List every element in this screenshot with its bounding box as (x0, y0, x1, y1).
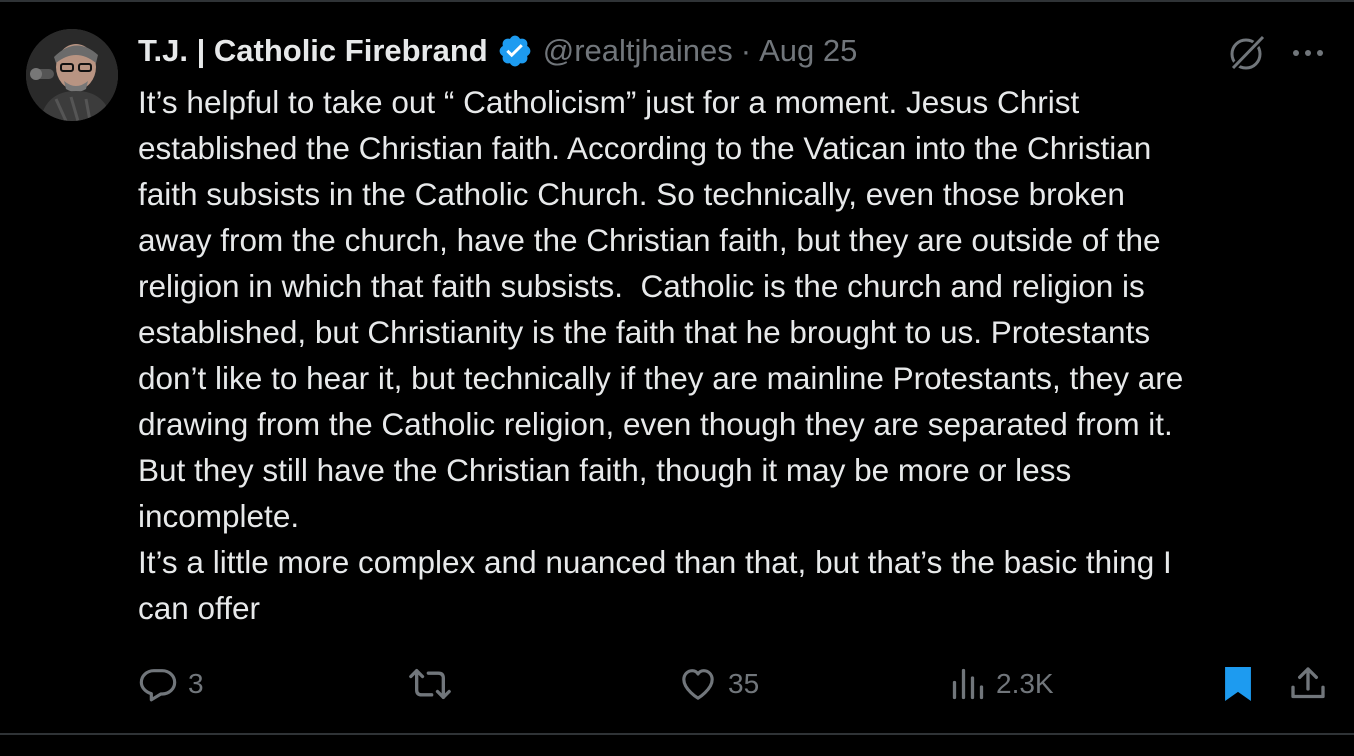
tweet-text-line: can offer (138, 590, 261, 626)
grok-icon[interactable] (1225, 32, 1267, 74)
views-icon (950, 664, 986, 704)
tweet-date[interactable]: Aug 25 (759, 33, 857, 69)
views-count: 2.3K (996, 668, 1054, 699)
heart-icon (678, 664, 718, 704)
bookmark-icon (1218, 663, 1258, 705)
tweet-text-line: drawing from the Catholic religion, even… (138, 406, 1173, 442)
tweet-text: It’s helpful to take out “ Catholicism” … (138, 79, 1338, 631)
reply-button[interactable]: 3 (138, 660, 204, 708)
action-bar: 3 35 2.3K (0, 660, 1354, 708)
views-button[interactable]: 2.3K (950, 660, 1054, 708)
tweet-text-line: established, but Christianity is the fai… (138, 314, 1151, 350)
tweet-text-line: But they still have the Christian faith,… (138, 452, 1072, 488)
tweet-text-line: incomplete. (138, 498, 300, 534)
tweet-text-line: religion in which that faith subsists. C… (138, 268, 1145, 304)
avatar[interactable] (26, 29, 118, 121)
author-handle[interactable]: @realtjhaines (543, 33, 733, 69)
repost-button[interactable] (408, 660, 452, 708)
top-divider (0, 0, 1354, 2)
tweet-text-line: established the Christian faith. Accordi… (138, 130, 1152, 166)
tweet-text-line: It’s helpful to take out “ Catholicism” … (138, 84, 1080, 120)
tweet-text-line: faith subsists in the Catholic Church. S… (138, 176, 1125, 212)
verified-badge-icon (497, 33, 533, 69)
reply-count: 3 (188, 668, 204, 699)
reply-icon (138, 664, 178, 704)
separator-dot: · (740, 33, 752, 68)
like-button[interactable]: 35 (678, 660, 759, 708)
display-name[interactable]: T.J. | Catholic Firebrand (138, 33, 488, 69)
more-options-icon[interactable] (1288, 38, 1328, 68)
tweet-header: T.J. | Catholic Firebrand @realtjhaines … (138, 30, 857, 72)
repost-icon (408, 664, 452, 704)
share-icon (1288, 664, 1328, 704)
tweet-text-line: It’s a little more complex and nuanced t… (138, 544, 1172, 580)
like-count: 35 (728, 668, 760, 699)
bookmark-button[interactable] (1218, 660, 1258, 708)
bottom-divider (0, 733, 1354, 735)
avatar-photo-icon (26, 29, 118, 121)
tweet-text-line: away from the church, have the Christian… (138, 222, 1161, 258)
tweet-text-line: don’t like to hear it, but technically i… (138, 360, 1184, 396)
share-button[interactable] (1288, 660, 1328, 708)
